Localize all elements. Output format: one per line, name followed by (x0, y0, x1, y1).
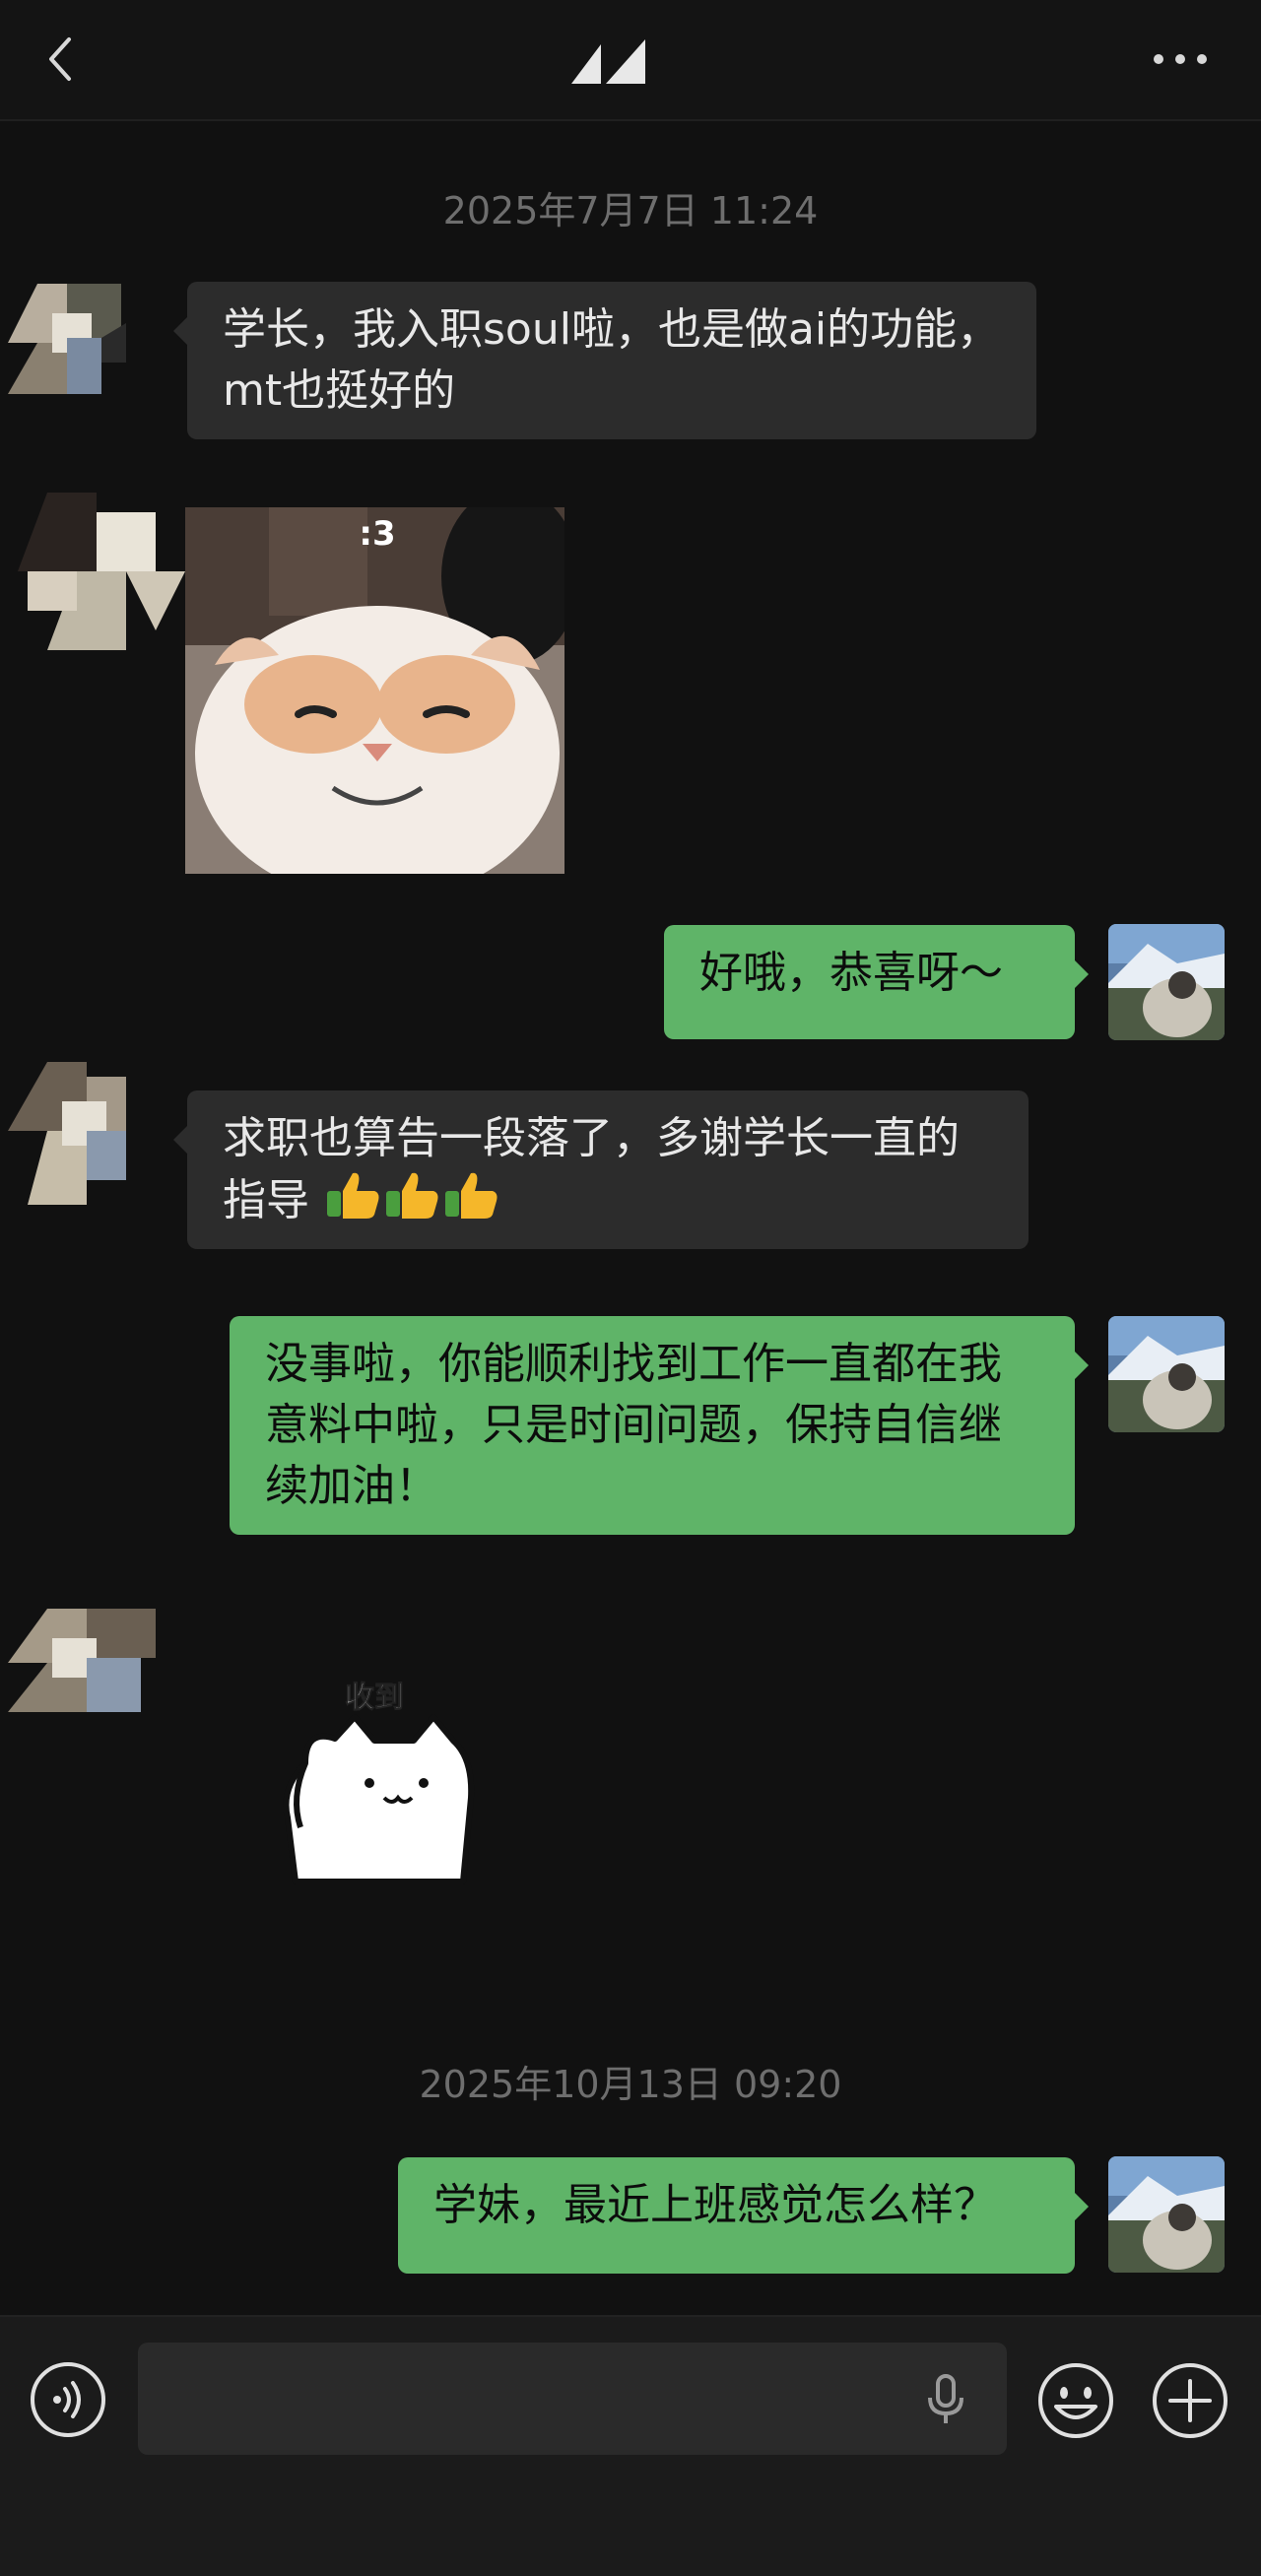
message-text: 好哦，恭喜呀～ (699, 948, 1003, 998)
abstract-logo-icon (571, 39, 645, 84)
timestamp: 2025年10月13日 09:20 (419, 2063, 842, 2106)
microphone-icon[interactable] (916, 2370, 975, 2429)
voice-icon[interactable] (30, 2361, 106, 2438)
contact-avatar[interactable] (8, 284, 126, 394)
contact-avatar[interactable] (8, 1062, 126, 1205)
self-avatar[interactable] (1108, 2156, 1225, 2273)
cat-received-sticker[interactable]: 收到 (276, 1670, 493, 1896)
contact-avatar[interactable] (8, 1609, 156, 1712)
timestamp: 2025年7月7日 11:24 (442, 189, 819, 232)
message-bubble-incoming[interactable]: 求职也算告一段落了，多谢学长一直的指导 (173, 1090, 1029, 1249)
message-text: 学长，我入职soul啦，也是做ai的功能，mt也挺好的 (223, 304, 1001, 416)
cat-meme-sticker[interactable]: :3 (185, 507, 564, 874)
message-bubble-incoming[interactable]: 学长，我入职soul啦，也是做ai的功能，mt也挺好的 (173, 282, 1036, 439)
self-avatar[interactable] (1108, 924, 1225, 1040)
plus-icon[interactable] (1151, 2361, 1229, 2440)
chevron-left-icon[interactable] (39, 30, 89, 89)
more-dots-icon[interactable] (1143, 39, 1222, 79)
contact-avatar[interactable] (8, 493, 185, 650)
sticker-caption: 收到 (345, 1681, 404, 1715)
chat-header (0, 0, 1261, 121)
message-bubble-outgoing[interactable]: 没事啦，你能顺利找到工作一直都在我意料中啦，只是时间问题，保持自信继续加油！ (230, 1316, 1089, 1535)
self-avatar[interactable] (1108, 1316, 1225, 1432)
message-text: 没事啦，你能顺利找到工作一直都在我意料中啦，只是时间问题，保持自信继续加油！ (265, 1339, 1002, 1511)
message-text: 学妹，最近上班感觉怎么样？ (433, 2180, 997, 2230)
thumbs-up-icon (309, 1172, 500, 1225)
input-bar (0, 2315, 1261, 2576)
message-bubble-outgoing[interactable]: 好哦，恭喜呀～ (664, 925, 1089, 1039)
emoji-icon[interactable] (1036, 2361, 1115, 2440)
message-bubble-outgoing[interactable]: 学妹，最近上班感觉怎么样？ (398, 2157, 1089, 2274)
sticker-caption: :3 (359, 514, 395, 554)
message-input[interactable] (138, 2343, 1007, 2455)
